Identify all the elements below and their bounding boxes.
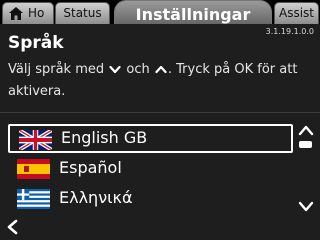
version-label: 3.1.19.1.0.0 — [265, 27, 314, 36]
list-item-espanol[interactable]: Español — [8, 155, 293, 184]
language-list: English GB Español Ελληνικά — [8, 124, 293, 216]
page-title: Språk — [8, 33, 64, 53]
language-label: Español — [59, 158, 122, 177]
home-icon — [9, 7, 23, 20]
list-item-english-gb[interactable]: English GB — [8, 124, 293, 153]
tab-home-label: Ho — [28, 6, 45, 20]
top-tab-bar: Ho Status Inställningar Assist — [0, 0, 320, 24]
instruction-text: Välj språk med och . Tryck på OK för att… — [8, 59, 308, 103]
chevron-up-icon[interactable] — [298, 124, 314, 136]
chevron-up-icon — [155, 65, 167, 74]
chevron-down-icon[interactable] — [298, 201, 314, 213]
greece-flag-icon — [17, 189, 50, 209]
tab-settings[interactable]: Inställningar — [114, 0, 272, 24]
language-label: English GB — [61, 128, 148, 147]
tab-status[interactable]: Status — [55, 2, 110, 24]
chevron-down-icon — [109, 65, 121, 74]
tab-home[interactable]: Ho — [2, 2, 54, 24]
list-scrollbar[interactable] — [296, 124, 316, 216]
language-label: Ελληνικά — [59, 188, 133, 207]
tab-assist[interactable]: Assist — [274, 2, 319, 24]
uk-flag-icon — [19, 130, 52, 150]
scroll-thumb[interactable] — [299, 141, 312, 148]
list-item-greek[interactable]: Ελληνικά — [8, 185, 293, 214]
divider — [0, 112, 320, 113]
chevron-left-icon[interactable] — [6, 219, 20, 235]
spain-flag-icon — [17, 159, 50, 179]
instruction-part2: och — [126, 62, 150, 77]
instruction-part1: Välj språk med — [8, 62, 105, 77]
